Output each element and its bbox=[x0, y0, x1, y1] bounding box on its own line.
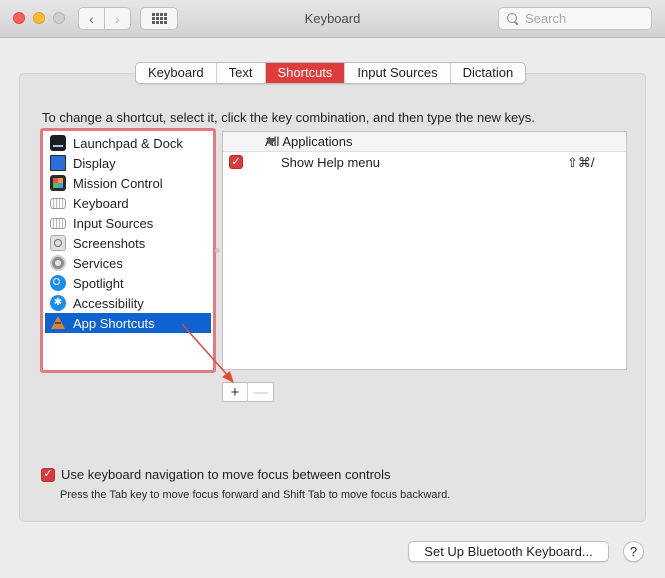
category-launchpad-dock[interactable]: Launchpad & Dock bbox=[45, 133, 211, 153]
category-label: App Shortcuts bbox=[73, 315, 155, 331]
category-label: Accessibility bbox=[73, 295, 144, 311]
keyboard-navigation-hint: Press the Tab key to move focus forward … bbox=[60, 489, 451, 501]
screenshots-icon bbox=[50, 235, 66, 251]
search-icon bbox=[505, 11, 521, 27]
title-bar: ‹ › Keyboard Search bbox=[0, 0, 665, 38]
split-view-divider-handle[interactable] bbox=[215, 248, 220, 253]
instructions-text: To change a shortcut, select it, click t… bbox=[42, 110, 535, 125]
category-label: Screenshots bbox=[73, 235, 146, 251]
tab-input-sources[interactable]: Input Sources bbox=[345, 63, 451, 83]
keyboard-navigation-checkbox[interactable]: ✓ bbox=[41, 467, 55, 482]
category-app-shortcuts[interactable]: App Shortcuts bbox=[45, 313, 211, 333]
category-mission-control[interactable]: Mission Control bbox=[45, 173, 211, 193]
shortcut-group-row[interactable]: All Applications bbox=[223, 132, 626, 152]
add-shortcut-button[interactable]: + bbox=[223, 383, 248, 401]
input-sources-icon bbox=[50, 217, 66, 229]
add-remove-control: + — bbox=[222, 382, 274, 402]
category-label: Display bbox=[73, 155, 116, 171]
keyboard-navigation-label: Use keyboard navigation to move focus be… bbox=[61, 467, 391, 482]
setup-bluetooth-keyboard-button[interactable]: Set Up Bluetooth Keyboard... bbox=[408, 541, 609, 562]
help-button[interactable]: ? bbox=[623, 541, 644, 562]
accessibility-icon bbox=[50, 295, 66, 311]
category-input-sources[interactable]: Input Sources bbox=[45, 213, 211, 233]
mission-control-icon bbox=[50, 175, 66, 191]
checkmark-icon: ✓ bbox=[231, 155, 241, 168]
shortcut-row[interactable]: ✓ Show Help menu ⇧⌘/ bbox=[223, 152, 626, 172]
app-shortcuts-icon bbox=[50, 315, 66, 331]
shortcut-category-list: Launchpad & Dock Display Mission Control… bbox=[40, 128, 216, 373]
disclosure-triangle-icon[interactable] bbox=[266, 138, 276, 146]
tab-text[interactable]: Text bbox=[217, 63, 266, 83]
category-label: Mission Control bbox=[73, 175, 163, 191]
keyboard-navigation-option[interactable]: ✓ Use keyboard navigation to move focus … bbox=[41, 467, 391, 482]
search-placeholder: Search bbox=[525, 11, 567, 26]
category-label: Launchpad & Dock bbox=[73, 135, 183, 151]
shortcut-enabled-checkbox[interactable]: ✓ bbox=[229, 155, 243, 169]
category-services[interactable]: Services bbox=[45, 253, 211, 273]
tab-shortcuts[interactable]: Shortcuts bbox=[265, 63, 346, 83]
keyboard-icon bbox=[50, 197, 66, 209]
category-display[interactable]: Display bbox=[45, 153, 211, 173]
category-label: Services bbox=[73, 255, 123, 271]
services-gear-icon bbox=[50, 255, 66, 271]
spotlight-icon bbox=[50, 275, 66, 291]
category-accessibility[interactable]: Accessibility bbox=[45, 293, 211, 313]
shortcut-keys[interactable]: ⇧⌘/ bbox=[567, 155, 595, 171]
category-label: Input Sources bbox=[73, 215, 154, 231]
category-screenshots[interactable]: Screenshots bbox=[45, 233, 211, 253]
shortcuts-table: All Applications ✓ Show Help menu ⇧⌘/ bbox=[222, 131, 627, 370]
checkmark-icon: ✓ bbox=[43, 468, 53, 480]
tab-dictation[interactable]: Dictation bbox=[451, 63, 526, 83]
category-keyboard[interactable]: Keyboard bbox=[45, 193, 211, 213]
display-icon bbox=[50, 155, 66, 171]
category-label: Spotlight bbox=[73, 275, 124, 291]
tab-keyboard[interactable]: Keyboard bbox=[136, 63, 217, 83]
category-label: Keyboard bbox=[73, 195, 129, 211]
launchpad-icon bbox=[50, 135, 66, 151]
tab-bar: Keyboard Text Shortcuts Input Sources Di… bbox=[135, 62, 527, 84]
shortcut-label: Show Help menu bbox=[281, 155, 380, 170]
category-spotlight[interactable]: Spotlight bbox=[45, 273, 211, 293]
search-field[interactable]: Search bbox=[498, 7, 652, 30]
shortcut-group-label: All Applications bbox=[265, 134, 353, 149]
remove-shortcut-button[interactable]: — bbox=[248, 383, 273, 401]
